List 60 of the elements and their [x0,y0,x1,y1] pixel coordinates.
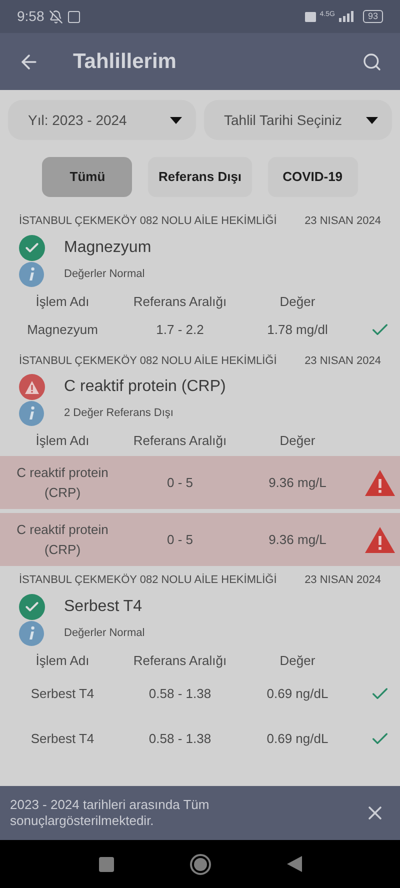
warning-icon [365,470,395,496]
signal-icon [338,11,355,22]
nfc-icon [68,10,80,22]
column-header: İşlem Adı [34,292,90,311]
page-title: Tahlillerim [73,48,178,75]
test-title: Magnezyum [64,238,152,258]
table-cell-text: C reaktif protein (CRP) [16,521,110,559]
filter-tab[interactable]: Tümü [42,157,132,197]
filter-tab[interactable]: Referans Dışı [148,157,252,197]
table-cell-text: 0.58 - 1.38 [148,685,212,704]
clinic-name: İSTANBUL ÇEKMEKÖY 082 NOLU AİLE HEKİMLİĞİ [19,572,277,588]
info-icon [19,401,44,426]
table-cell-text: 9.36 mg/L [268,530,328,549]
result-summary: Değerler Normal [64,266,145,282]
clinic-name: İSTANBUL ÇEKMEKÖY 082 NOLU AİLE HEKİMLİĞİ [19,354,277,368]
column-header: İşlem Adı [34,432,90,450]
table-cell-text: 1.78 mg/dl [266,320,329,339]
clock: 9:58 [17,7,44,26]
table-cell-text: 1.7 - 2.2 [155,320,205,339]
table-cell-text: Serbest T4 [30,685,96,704]
table-cell-text: 9.36 mg/L [268,474,328,492]
search-icon[interactable] [362,52,382,72]
column-header: Değer [278,292,316,311]
result-date: 23 NISAN 2024 [304,573,381,588]
dropdown[interactable]: Yıl: 2023 - 2024 [8,100,196,140]
volte-icon [304,12,316,22]
table-cell-text: Serbest T4 [30,730,96,748]
clinic-name: İSTANBUL ÇEKMEKÖY 082 NOLU AİLE HEKİMLİĞİ [19,214,277,229]
dropdown[interactable]: Tahlil Tarihi Seçiniz [204,100,392,140]
snackbar-message: 2023 - 2024 tarihleri arasında Tüm sonuçlargösterilmektedir. [10,797,210,829]
test-title: Serbest T4 [64,596,142,616]
test-title: C reaktif protein (CRP) [64,377,226,397]
info-icon [19,620,44,646]
recents-icon[interactable] [98,856,114,872]
column-header: Değer [278,652,316,670]
battery-indicator: 93 [362,10,383,23]
table-cell-text: Magnezyum [26,320,99,339]
table-cell-text: 0.58 - 1.38 [148,730,212,748]
result-summary: 2 Değer Referans Dışı [64,406,174,422]
column-header: Referans Aralığı [132,652,228,670]
column-header: Değer [278,432,316,450]
result-summary: Değerler Normal [64,626,145,641]
result-date: 23 NISAN 2024 [304,214,381,229]
filter-tab[interactable]: COVID-19 [268,157,358,197]
table-cell-text: 0.69 ng/dL [266,730,330,748]
back-nav-icon[interactable] [286,856,302,872]
table-cell-text: C reaktif protein (CRP) [16,464,110,502]
dropdown-caret-icon [366,116,378,124]
column-header: Referans Aralığı [132,432,228,450]
table-cell-text: 0 - 5 [166,474,194,492]
info-icon [19,262,44,286]
table-cell-text: 0 - 5 [166,530,194,549]
home-icon[interactable] [190,854,210,874]
column-header: Referans Aralığı [132,292,228,311]
mute-icon [49,10,64,24]
table-cell-text: 0.69 ng/dL [266,685,330,704]
column-header: İşlem Adı [34,652,90,670]
warning-icon [365,526,395,552]
dropdown-caret-icon [170,116,182,124]
result-date: 23 NISAN 2024 [304,354,381,368]
